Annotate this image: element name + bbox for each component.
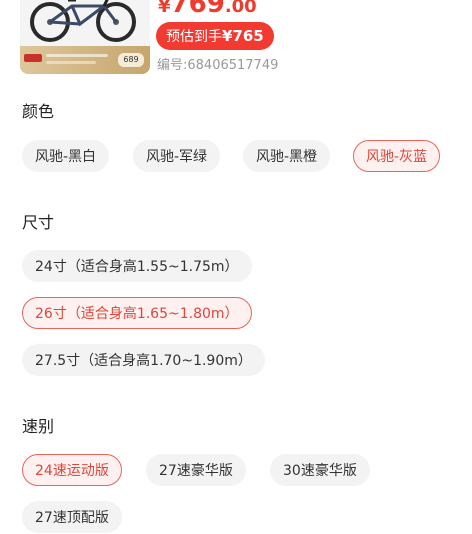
size-option-27-5[interactable]: 27.5寸（适合身高1.70~1.90m） bbox=[22, 344, 265, 376]
item-number: 编号:68406517749 bbox=[157, 58, 279, 73]
promo-banner: 689 bbox=[20, 46, 150, 74]
brand-stamp bbox=[24, 54, 42, 62]
price-decimal: .00 bbox=[224, 0, 257, 17]
color-option-black-white[interactable]: 风驰-黑白 bbox=[22, 140, 110, 172]
price-integer: 769 bbox=[170, 0, 225, 19]
currency-symbol: ¥ bbox=[158, 0, 171, 17]
banner-text-line bbox=[46, 54, 108, 57]
speed-option-27-deluxe[interactable]: 27速豪华版 bbox=[146, 454, 246, 486]
bicycle-image bbox=[20, 0, 150, 48]
color-section-title: 颜色 bbox=[22, 102, 55, 121]
product-price: ¥769.00 bbox=[158, 0, 257, 23]
product-header: 689 ¥769.00 预估到手¥765 编号:68406517749 bbox=[0, 0, 472, 82]
banner-text-line bbox=[46, 61, 96, 64]
color-option-black-orange[interactable]: 风驰-黑橙 bbox=[243, 140, 331, 172]
size-section-title: 尺寸 bbox=[22, 213, 55, 232]
size-option-24[interactable]: 24寸（适合身高1.55~1.75m） bbox=[22, 250, 252, 282]
estimated-price-badge: 预估到手¥765 bbox=[156, 22, 274, 50]
speed-section-title: 速别 bbox=[22, 417, 55, 436]
estimated-label: 预估到手 bbox=[166, 29, 222, 45]
color-option-gray-blue[interactable]: 风驰-灰蓝 bbox=[353, 140, 441, 172]
banner-price-badge: 689 bbox=[118, 53, 144, 67]
product-thumbnail[interactable]: 689 bbox=[20, 0, 150, 74]
estimated-value: ¥765 bbox=[222, 27, 264, 45]
size-option-26[interactable]: 26寸（适合身高1.65~1.80m） bbox=[22, 297, 252, 329]
bicycle-icon bbox=[30, 0, 136, 42]
speed-option-30-deluxe[interactable]: 30速豪华版 bbox=[270, 454, 370, 486]
color-option-army-green[interactable]: 风驰-军绿 bbox=[133, 140, 221, 172]
speed-option-24-sport[interactable]: 24速运动版 bbox=[22, 454, 122, 486]
speed-option-27-top[interactable]: 27速顶配版 bbox=[22, 501, 122, 533]
